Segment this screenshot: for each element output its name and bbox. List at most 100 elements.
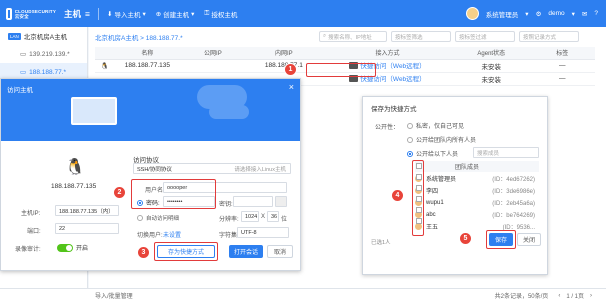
radio-unselected[interactable] <box>407 122 413 129</box>
cancel-label: 取消 <box>273 250 286 256</box>
top-nav: ⬇ 导入主机 ▾ ⊕ 创建主机 ▾ ⚿ 授权主机 <box>107 9 237 19</box>
protocol-select[interactable]: SSH/协同协议 请选择接入Linux主机 <box>133 163 291 174</box>
resolution-height[interactable]: 36 <box>267 211 279 222</box>
sidebar-item-139[interactable]: ▭ 139.219.139.* <box>0 45 87 63</box>
select-all-column[interactable] <box>95 47 115 60</box>
member-name: 系统管理员 <box>426 177 457 183</box>
env-select[interactable]: demo <box>548 10 564 17</box>
port-value: 22 <box>59 225 66 232</box>
user-name[interactable]: 系统管理员 <box>486 9 519 19</box>
member-list-header: 团队成员 <box>415 161 539 172</box>
member-name: wupu1 <box>426 199 444 206</box>
member-search-input[interactable]: 搜索成员 <box>473 147 539 158</box>
tag-cell: — <box>529 59 595 73</box>
record-toggle[interactable]: 开启 <box>57 243 88 252</box>
option-specific-label: 公开给以下人员 <box>416 152 459 158</box>
option-private[interactable]: 私密，仅自己可见 <box>407 121 464 130</box>
help-icon[interactable]: ? <box>594 10 598 17</box>
public-ip <box>180 59 246 73</box>
breadcrumb-text[interactable]: 北京机房A主机 > 188.188.77.* <box>95 32 183 42</box>
linux-icon: 🐧 <box>95 59 115 73</box>
settings-icon[interactable]: ⚙ <box>536 10 542 18</box>
logo-icon <box>6 7 12 20</box>
host-ip-select[interactable]: 188.188.77.135（内） <box>55 205 119 216</box>
list-item[interactable]: wupu1 (ID：2eb45a6a) <box>415 197 535 208</box>
key-input[interactable] <box>233 196 273 207</box>
filter-select-1[interactable]: 按标签筛选 <box>391 31 451 42</box>
search-input[interactable]: ⌕ 搜索名称、IP地址 <box>319 31 387 42</box>
auto-access-option[interactable]: 自动访问明细 <box>137 214 179 222</box>
prev-page-icon[interactable]: ‹ <box>558 293 560 299</box>
callout-badge-5: 5 <box>459 232 472 245</box>
highlight-box-2 <box>131 179 216 209</box>
sidebar-group[interactable]: LAN 北京机房A主机 <box>0 27 87 45</box>
member-name: 李四 <box>426 189 439 195</box>
column-header: 名称 <box>114 47 181 60</box>
monitor-icon: ▭ <box>20 51 27 58</box>
callout-badge-1: 1 <box>284 63 297 76</box>
list-item[interactable]: 王五 (ID：9536... <box>415 221 535 232</box>
option-private-label: 私密，仅自己可见 <box>416 124 465 130</box>
cancel-button[interactable]: 取消 <box>267 245 293 258</box>
message-icon[interactable]: ✉ <box>582 10 587 18</box>
close-button[interactable]: 关闭 <box>517 233 541 246</box>
radio-selected[interactable] <box>407 150 413 157</box>
lan-badge: LAN <box>8 32 21 40</box>
chevron-down-icon: ▾ <box>525 10 529 18</box>
member-name: 王五 <box>426 225 439 231</box>
member-id: (ID：4ed67262) <box>492 177 535 183</box>
column-header: 接入方式 <box>322 47 454 60</box>
dialog-title: 访问主机 <box>7 87 33 94</box>
avatar[interactable] <box>465 7 479 20</box>
import-batch-link[interactable]: 导入/批量管理 <box>95 291 133 300</box>
search-placeholder: 搜索名称、IP地址 <box>328 34 372 41</box>
create-host-button[interactable]: ⊕ 创建主机 ▾ <box>156 9 195 19</box>
list-item[interactable]: abc (ID：be764269) <box>415 209 535 220</box>
option-specific[interactable]: 公开给以下人员 <box>407 149 458 158</box>
filter-select-2[interactable]: 按标签过滤 <box>455 31 515 42</box>
resolution-width[interactable]: 1024 <box>241 211 259 222</box>
port-input[interactable]: 22 <box>55 223 119 234</box>
radio-unselected[interactable] <box>407 136 413 143</box>
logo: CLOUDSECURITY 云安全 <box>6 7 56 20</box>
callout-badge-2: 2 <box>113 186 126 199</box>
save-shortcut-dialog: 保存为快捷方式 公开性： 私密，仅自己可见 公开给团队内所有人员 公开给以下人员… <box>362 96 548 275</box>
option-team[interactable]: 公开给团队内所有人员 <box>407 135 476 144</box>
list-item[interactable]: 系统管理员 (ID：4ed67262) <box>415 173 535 184</box>
agent-status: 未安装 <box>453 72 530 86</box>
toggle-switch[interactable] <box>57 243 73 252</box>
host-name: 188.188.77.135 <box>114 59 181 73</box>
column-header: 内网IP <box>245 47 323 60</box>
next-page-icon[interactable]: › <box>590 293 592 299</box>
radio-unselected[interactable] <box>137 215 143 221</box>
divider <box>97 7 99 20</box>
authorize-host-button[interactable]: ⚿ 授权主机 <box>204 9 237 19</box>
host-name: 188.188.77.135 <box>51 183 97 190</box>
selected-count: 已选1人 <box>371 240 391 246</box>
resolution-label: 分辨率: <box>219 217 239 223</box>
search-icon: ⌕ <box>323 33 327 39</box>
cloud-illustration <box>209 105 249 119</box>
tag-cell: — <box>529 72 595 86</box>
record-value: 开启 <box>76 246 89 252</box>
charset-label: 字符集: <box>219 233 239 239</box>
logo-text: CLOUDSECURITY 云安全 <box>14 8 56 19</box>
callout-badge-4: 4 <box>391 189 404 202</box>
switch-user-link[interactable]: 未设置 <box>163 230 181 239</box>
open-session-button[interactable]: 打开会话 <box>229 245 263 258</box>
protocol-value: SSH/协同协议 <box>137 166 172 173</box>
import-host-button[interactable]: ⬇ 导入主机 ▾ <box>107 9 146 19</box>
create-host-label: 创建主机 <box>163 11 190 19</box>
charset-select[interactable]: UTF-8 <box>237 227 289 238</box>
close-icon[interactable]: × <box>289 82 294 92</box>
menu-icon: ≡ <box>85 8 90 19</box>
key-upload-button[interactable] <box>275 196 287 207</box>
host-ip-value: 188.188.77.135（内） <box>59 208 114 215</box>
res-width-value: 1024 <box>245 213 258 220</box>
callout-badge-3: 3 <box>137 246 150 259</box>
list-item[interactable]: 李四 (ID：3de6986e) <box>415 185 535 196</box>
module-title[interactable]: 主机 ≡ <box>64 8 90 20</box>
filter-select-3[interactable]: 按照记录方式 <box>519 31 579 42</box>
import-icon: ⬇ <box>106 10 113 18</box>
top-right: 系统管理员 ▾ ⚙ demo ▾ ✉ ? <box>465 7 598 20</box>
